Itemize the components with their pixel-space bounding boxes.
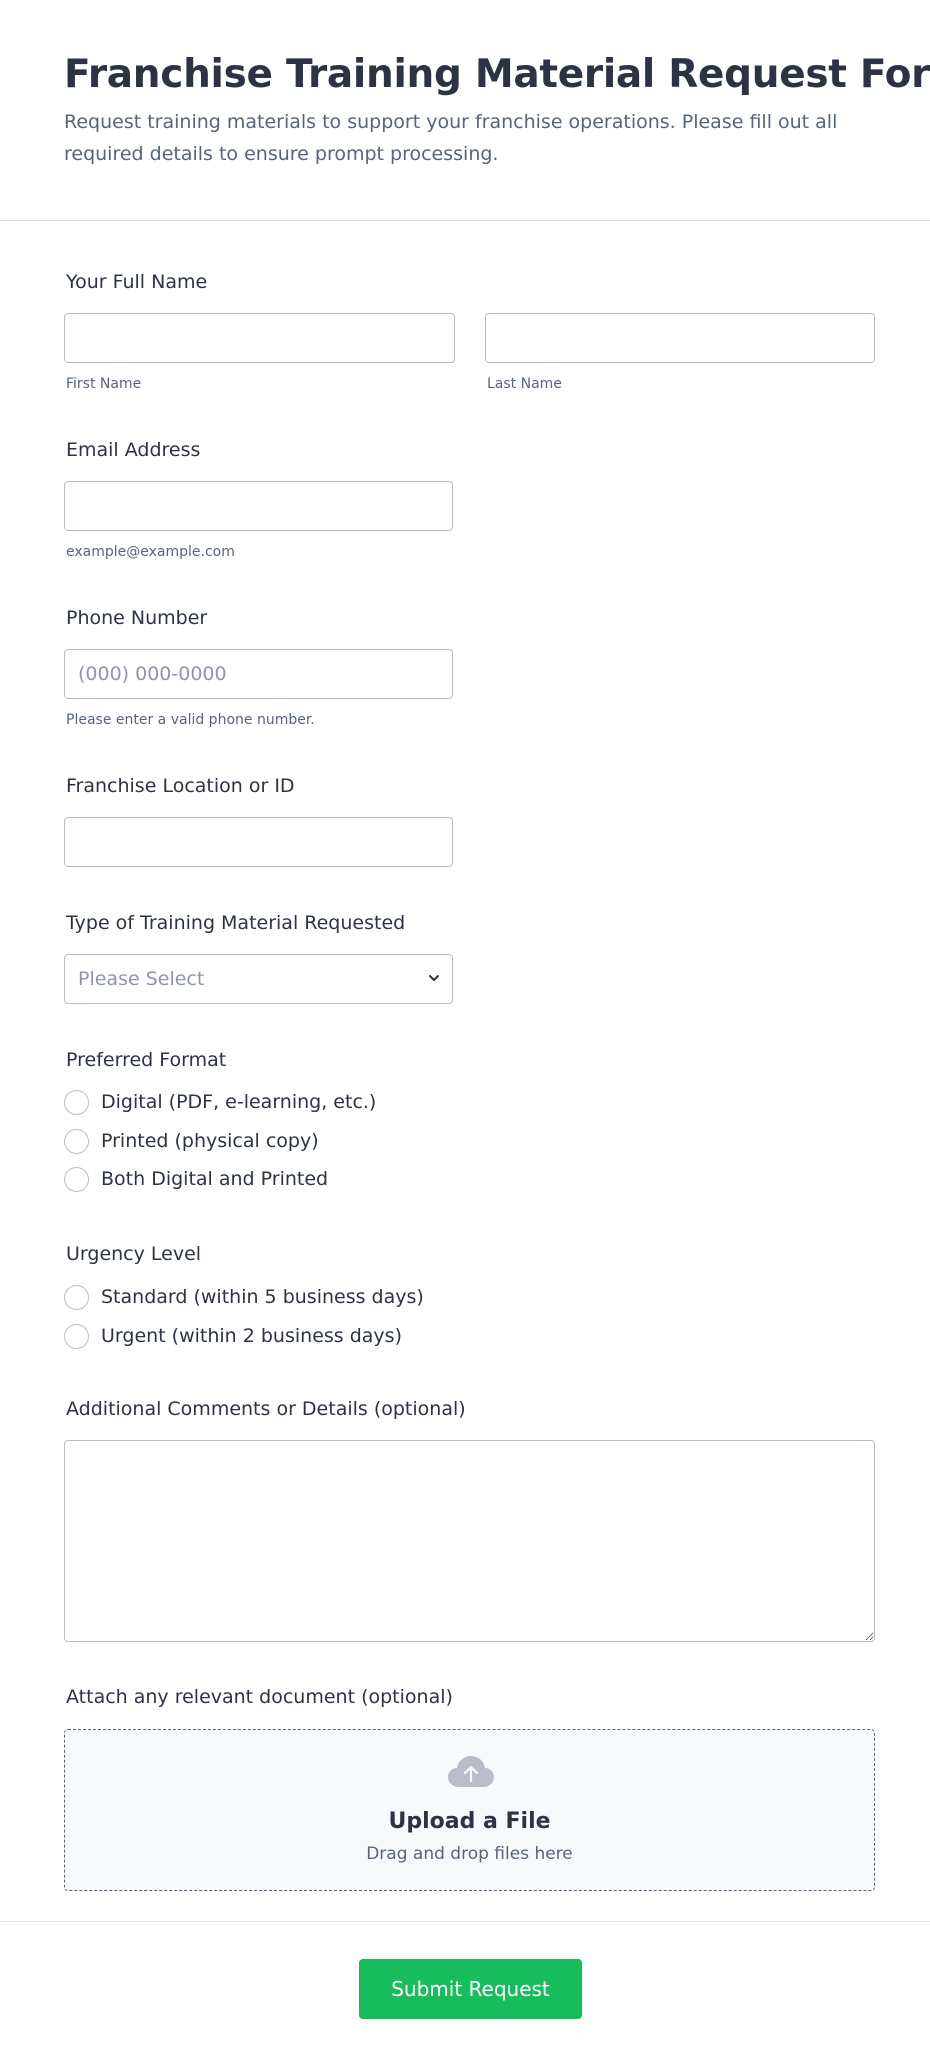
form-header: Franchise Training Material Request Form… (0, 0, 930, 221)
radio-label: Digital (PDF, e-learning, etc.) (101, 1091, 377, 1113)
phone-input[interactable] (64, 649, 453, 699)
select-value: Please Select (78, 968, 205, 990)
radio-label: Urgent (within 2 business days) (101, 1325, 402, 1347)
phone-label: Phone Number (66, 607, 208, 629)
email-label: Email Address (66, 439, 201, 461)
first-name-sublabel: First Name (66, 376, 142, 392)
material-type-label: Type of Training Material Requested (66, 912, 406, 934)
email-sublabel: example@example.com (66, 544, 235, 560)
preferred-format-label: Preferred Format (66, 1049, 227, 1071)
radio-button[interactable] (64, 1324, 89, 1349)
email-field[interactable] (64, 481, 453, 531)
radio-button[interactable] (64, 1129, 89, 1154)
page-title: Franchise Training Material Request Form (64, 52, 930, 97)
page-subtitle: Request training materials to support yo… (64, 111, 838, 165)
radio-label: Both Digital and Printed (101, 1168, 329, 1190)
last-name-sublabel: Last Name (487, 376, 562, 392)
radio-button[interactable] (64, 1285, 89, 1310)
file-upload-dropzone[interactable]: Upload a File Drag and drop files here (64, 1729, 875, 1891)
upload-subtitle: Drag and drop files here (366, 1844, 573, 1864)
full-name-label: Your Full Name (66, 271, 208, 293)
chevron-down-icon (429, 975, 439, 981)
location-label: Franchise Location or ID (66, 775, 295, 797)
material-type-select[interactable]: Please Select (64, 954, 453, 1004)
radio-button[interactable] (64, 1167, 89, 1192)
footer-divider (0, 1921, 930, 1922)
attachment-label: Attach any relevant document (optional) (66, 1686, 453, 1708)
comments-label: Additional Comments or Details (optional… (66, 1398, 466, 1420)
phone-sublabel: Please enter a valid phone number. (66, 712, 315, 728)
urgency-label: Urgency Level (66, 1243, 202, 1265)
submit-button[interactable]: Submit Request (359, 1959, 582, 2019)
first-name-input[interactable] (64, 313, 455, 363)
radio-button[interactable] (64, 1090, 89, 1115)
radio-label: Printed (physical copy) (101, 1130, 319, 1152)
last-name-input[interactable] (485, 313, 875, 363)
comments-textarea[interactable] (64, 1440, 875, 1642)
location-input[interactable] (64, 817, 453, 867)
cloud-upload-icon (448, 1756, 494, 1787)
radio-label: Standard (within 5 business days) (101, 1286, 424, 1308)
upload-title: Upload a File (388, 1809, 551, 1834)
